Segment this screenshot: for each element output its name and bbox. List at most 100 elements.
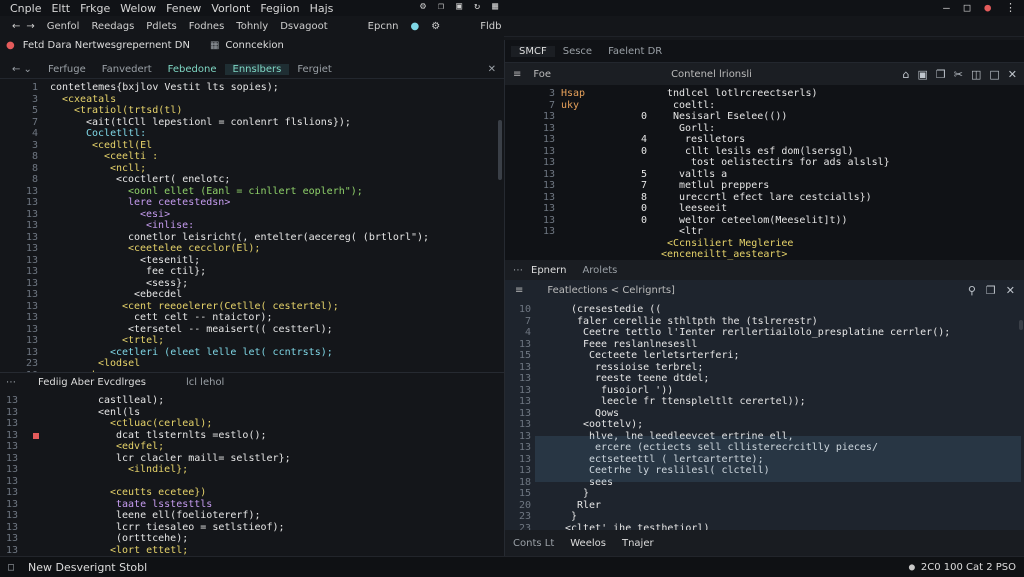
code-line: leeseeit bbox=[679, 203, 728, 214]
code-area[interactable]: contetlemes{bxjlov Vestit lts sopies); <c… bbox=[50, 82, 429, 372]
code-area[interactable]: (cresestedie ((faler cerellie sthltpth t… bbox=[565, 304, 950, 530]
menu-item[interactable]: Fegiion bbox=[260, 2, 299, 15]
line-number: 13 bbox=[518, 465, 531, 476]
mark: 0 bbox=[641, 111, 648, 122]
code-line: } bbox=[571, 511, 578, 522]
toolbar-item[interactable]: Dsvagoot bbox=[280, 21, 327, 32]
grid-icon[interactable]: ▦ bbox=[492, 1, 498, 12]
mark bbox=[641, 88, 655, 100]
code-line: <ncll; bbox=[110, 162, 147, 174]
collapse-icon[interactable]: ⋯ bbox=[513, 265, 523, 276]
tab-epnern[interactable]: Epnern bbox=[523, 265, 574, 276]
code-line: conetlor leisricht(, entelter(aecereg( (… bbox=[128, 231, 430, 243]
toolbar-right-label[interactable]: Epcnn bbox=[368, 21, 399, 32]
tab-ferfuge[interactable]: Ferfuge bbox=[40, 64, 94, 75]
collapse-icon[interactable]: ← ⌄ bbox=[4, 64, 40, 75]
tab-smcf[interactable]: SMCF bbox=[511, 45, 555, 57]
settings-icon[interactable]: ⚙ bbox=[431, 21, 440, 32]
bell-icon[interactable]: ⚙ bbox=[420, 1, 426, 12]
tab-weelos[interactable]: Weelos bbox=[562, 538, 614, 549]
menu-icon[interactable]: ≡ bbox=[513, 69, 521, 80]
toolbar-item[interactable]: Genfol bbox=[47, 21, 80, 32]
square-icon[interactable]: □ bbox=[8, 562, 14, 573]
code-area[interactable]: tndlcel lotlrcreectserls) coeltl: Nesisarl… bbox=[655, 88, 890, 260]
close-icon[interactable]: ✕ bbox=[488, 64, 496, 75]
line-number: 13 bbox=[542, 191, 555, 203]
line-number: 13 bbox=[25, 266, 38, 277]
close-icon[interactable]: ✕ bbox=[1006, 284, 1015, 297]
lines-icon[interactable]: ≡ bbox=[515, 285, 523, 296]
toolbar-item[interactable]: Fodnes bbox=[189, 21, 225, 32]
copy-icon[interactable]: ❐ bbox=[936, 68, 946, 81]
toolbar-item[interactable]: Tohnly bbox=[236, 21, 268, 32]
more-icon[interactable]: ⋮ bbox=[1005, 1, 1016, 14]
tab-faelent[interactable]: Faelent DR bbox=[600, 46, 670, 57]
line-number: 13 bbox=[542, 157, 555, 168]
window-icon[interactable]: □ bbox=[989, 68, 999, 81]
editor-pane-bottom: ⋯ Fediig Aber Evcdlrges lcl lehol 13 13 13… bbox=[0, 372, 504, 557]
menu-item[interactable]: Eltt bbox=[51, 2, 70, 15]
maximize-icon[interactable]: □ bbox=[964, 1, 971, 14]
menu-item[interactable]: Welow bbox=[120, 2, 156, 15]
scrollbar[interactable] bbox=[498, 120, 502, 180]
scrollbar[interactable] bbox=[1019, 320, 1023, 330]
tab-fanvedert[interactable]: Fanvedert bbox=[94, 64, 160, 75]
tab-ennslbers[interactable]: Ennslbers bbox=[224, 63, 290, 75]
menu-item[interactable]: Hajs bbox=[310, 2, 334, 15]
tab-arolets[interactable]: Arolets bbox=[574, 265, 625, 276]
code-line: metlul preppers bbox=[679, 180, 770, 191]
search-icon[interactable]: ⚲ bbox=[968, 284, 976, 297]
run-icon[interactable]: ● bbox=[411, 21, 420, 32]
tab-conts[interactable]: Conts Lt bbox=[505, 538, 562, 549]
toolbar-item[interactable]: Pdlets bbox=[146, 21, 176, 32]
menu-item[interactable]: Fenew bbox=[166, 2, 201, 15]
side-label bbox=[561, 203, 585, 215]
code-line: cllt lesils esf dom(lsersgl) bbox=[685, 145, 854, 157]
line-number: 8 bbox=[31, 174, 38, 185]
side-label bbox=[561, 146, 585, 158]
tab-tnajer[interactable]: Tnajer bbox=[614, 538, 662, 549]
tab-sesce[interactable]: Sesce bbox=[555, 46, 600, 57]
breakpoint-icon[interactable] bbox=[33, 433, 39, 439]
panel-title: Fediig Aber Evcdlrges bbox=[38, 376, 146, 388]
side-label bbox=[561, 215, 585, 227]
lock-icon[interactable]: ▣ bbox=[456, 1, 462, 12]
menu-item[interactable]: Vorlont bbox=[211, 2, 250, 15]
help-label[interactable]: Fldb bbox=[480, 21, 501, 32]
code-line: <enl(ls bbox=[98, 406, 141, 418]
code-line: Cecteete lerletsrterferi; bbox=[589, 350, 740, 361]
back-icon[interactable]: ← bbox=[12, 21, 20, 32]
close-icon[interactable]: ✕ bbox=[1008, 68, 1017, 81]
code-area[interactable]: castlleal); <enl(ls <ctluac(cerleal); dcat … bbox=[50, 395, 315, 557]
line-numbers: 131313131313131313131313131313 bbox=[0, 395, 32, 557]
image-icon[interactable]: ▣ bbox=[917, 68, 927, 81]
code-line: <enceneiltt_aesteart> bbox=[661, 249, 788, 260]
code-line: reslletors bbox=[685, 134, 746, 145]
close-icon[interactable]: ● bbox=[984, 1, 991, 14]
line-number: 13 bbox=[542, 226, 555, 237]
copy-icon[interactable]: ❐ bbox=[438, 1, 444, 12]
user-icon[interactable]: ● bbox=[909, 562, 915, 573]
copy-icon[interactable]: ❐ bbox=[986, 284, 996, 297]
sync-icon[interactable]: ↻ bbox=[474, 1, 480, 12]
tab-febedone[interactable]: Febedone bbox=[160, 64, 225, 75]
panel-title-right: lcl lehol bbox=[185, 376, 225, 388]
forward-icon[interactable]: → bbox=[26, 21, 34, 32]
menu-item[interactable]: Frkge bbox=[80, 2, 110, 15]
menu-item[interactable]: Cnple bbox=[10, 2, 41, 15]
toolbar-item[interactable]: Reedags bbox=[91, 21, 134, 32]
code-line: weltor ceteelom(Meeselit]t)) bbox=[679, 214, 848, 226]
line-number: 13 bbox=[518, 338, 531, 350]
home-icon[interactable]: ⌂ bbox=[902, 68, 909, 81]
split-icon[interactable]: ▦ bbox=[210, 40, 219, 51]
line-number: 13 bbox=[25, 277, 38, 289]
minimize-icon[interactable]: — bbox=[943, 1, 950, 14]
tab-fergiet[interactable]: Fergiet bbox=[289, 64, 340, 75]
dots-icon[interactable]: ⋯ bbox=[6, 377, 16, 388]
cut-icon[interactable]: ✂ bbox=[954, 68, 963, 81]
mark bbox=[641, 226, 655, 238]
line-number: 13 bbox=[6, 441, 19, 452]
editor-title-right: Conncekion bbox=[225, 39, 284, 51]
trash-icon[interactable]: ◫ bbox=[971, 68, 981, 81]
line-number: 23 bbox=[25, 358, 38, 369]
